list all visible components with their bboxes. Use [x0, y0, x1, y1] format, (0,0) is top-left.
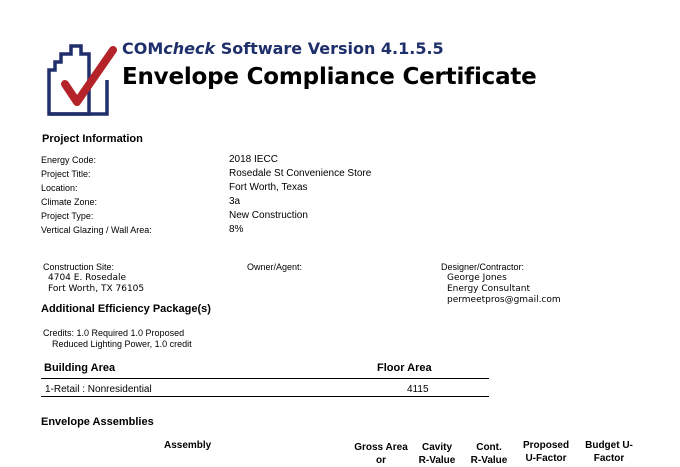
cavity-r-value-column-header: Cavity R-Value [418, 442, 456, 466]
construction-site-line2: Fort Worth, TX 76105 [48, 284, 145, 294]
location-value: Fort Worth, Texas [229, 182, 308, 193]
designer-name: George Jones [447, 273, 507, 283]
climate-zone-value: 3a [229, 196, 241, 207]
location-label: Location: [41, 183, 78, 193]
designer-email: permeetpros@gmail.com [447, 295, 561, 305]
construction-site-line1: 4704 E. Rosedale [48, 273, 127, 283]
building-area-row-value: 4115 [407, 384, 429, 395]
glazing-ratio-value: 8% [229, 224, 244, 235]
budget-u-factor-column-header: Budget U- Factor [585, 440, 633, 464]
table-header-rule [41, 378, 489, 379]
efficiency-detail: Reduced Lighting Power, 1.0 credit [52, 339, 192, 349]
efficiency-heading: Additional Efficiency Package(s) [41, 303, 211, 315]
owner-agent-label: Owner/Agent: [247, 262, 303, 272]
assembly-column-header: Assembly [164, 440, 212, 451]
comcheck-logo-icon [47, 44, 117, 116]
project-info-heading: Project Information [42, 133, 143, 145]
designer-role: Energy Consultant [447, 284, 531, 294]
efficiency-credits: Credits: 1.0 Required 1.0 Proposed [43, 328, 185, 338]
cont-r-value-column-header: Cont. R-Value [470, 442, 508, 466]
proposed-u-factor-column-header: Proposed U-Factor [522, 440, 570, 464]
building-area-header: Building Area [44, 362, 116, 374]
project-type-value: New Construction [229, 210, 308, 221]
product-version: COMcheck Software Version 4.1.5.5 [122, 39, 444, 58]
energy-code-value: 2018 IECC [229, 154, 278, 165]
building-area-row-name: 1-Retail : Nonresidential [45, 384, 152, 395]
envelope-heading: Envelope Assemblies [41, 416, 154, 428]
project-type-label: Project Type: [41, 211, 94, 221]
designer-label: Designer/Contractor: [441, 262, 525, 272]
climate-zone-label: Climate Zone: [41, 197, 98, 207]
table-footer-rule [41, 396, 489, 397]
glazing-ratio-label: Vertical Glazing / Wall Area: [41, 225, 152, 235]
gross-area-column-header: Gross Area or [354, 442, 408, 466]
construction-site-label: Construction Site: [43, 262, 115, 272]
document-title: Envelope Compliance Certificate [122, 64, 537, 90]
energy-code-label: Energy Code: [41, 155, 97, 165]
project-title-label: Project Title: [41, 169, 91, 179]
floor-area-header: Floor Area [377, 362, 432, 374]
project-title-value: Rosedale St Convenience Store [229, 168, 372, 179]
